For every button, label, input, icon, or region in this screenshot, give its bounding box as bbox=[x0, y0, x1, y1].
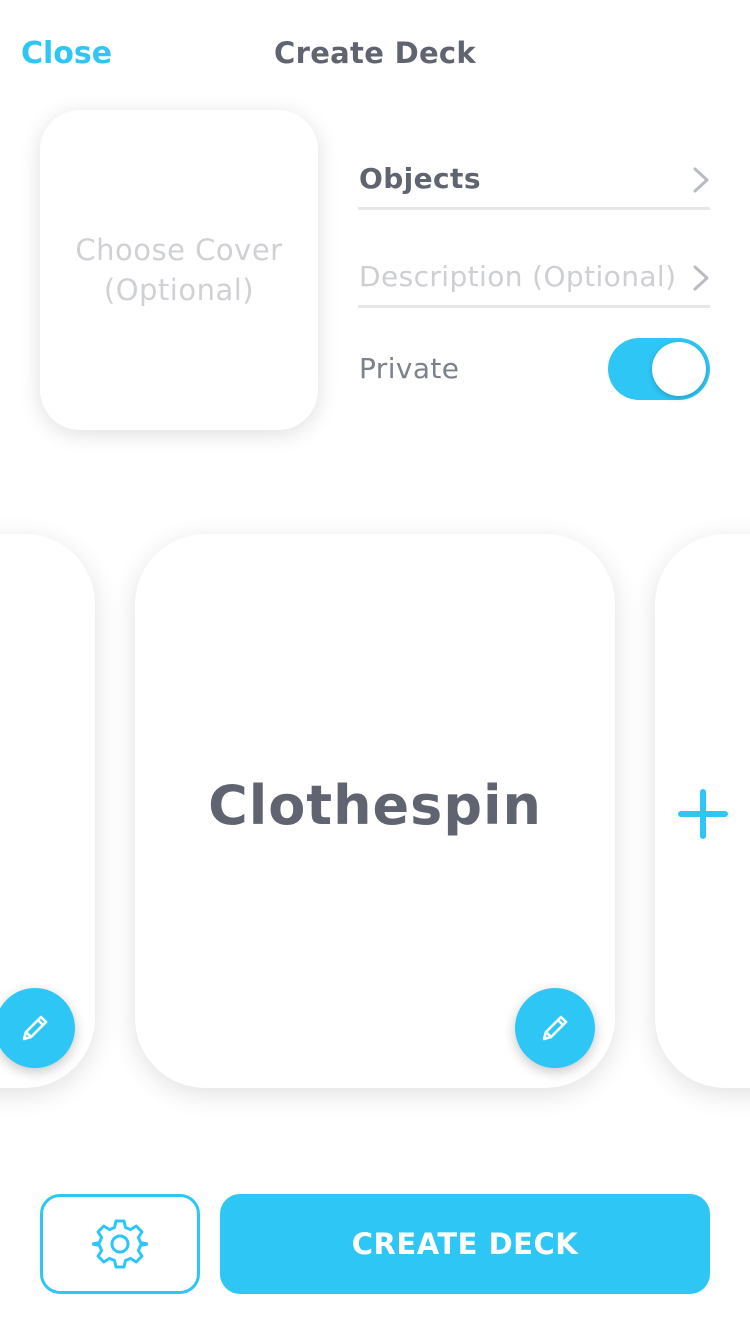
chevron-right-icon bbox=[693, 265, 709, 291]
chevron-right-icon bbox=[693, 167, 709, 193]
description-field[interactable]: Description (Optional) bbox=[358, 248, 710, 308]
objects-label: Objects bbox=[359, 162, 481, 195]
edit-card-button[interactable] bbox=[515, 988, 595, 1068]
create-deck-button[interactable]: CREATE DECK bbox=[220, 1194, 710, 1294]
pencil-icon bbox=[22, 1015, 48, 1041]
pencil-icon bbox=[542, 1015, 568, 1041]
card-word: Clothespin bbox=[208, 774, 542, 837]
description-placeholder: Description (Optional) bbox=[359, 260, 677, 293]
toggle-knob bbox=[652, 342, 706, 396]
choose-cover-button[interactable]: Choose Cover (Optional) bbox=[40, 110, 318, 430]
private-label: Private bbox=[359, 352, 460, 385]
objects-field[interactable]: Objects bbox=[358, 150, 710, 210]
page-title: Create Deck bbox=[274, 36, 476, 70]
private-toggle[interactable] bbox=[608, 338, 710, 400]
choose-cover-label: Choose Cover (Optional) bbox=[75, 233, 283, 307]
add-card-button[interactable] bbox=[655, 534, 750, 1088]
settings-button[interactable] bbox=[40, 1194, 200, 1294]
gear-icon bbox=[92, 1219, 148, 1269]
create-deck-screen: Close Create Deck Choose Cover (Optional… bbox=[0, 0, 750, 1334]
plus-icon bbox=[678, 789, 728, 839]
